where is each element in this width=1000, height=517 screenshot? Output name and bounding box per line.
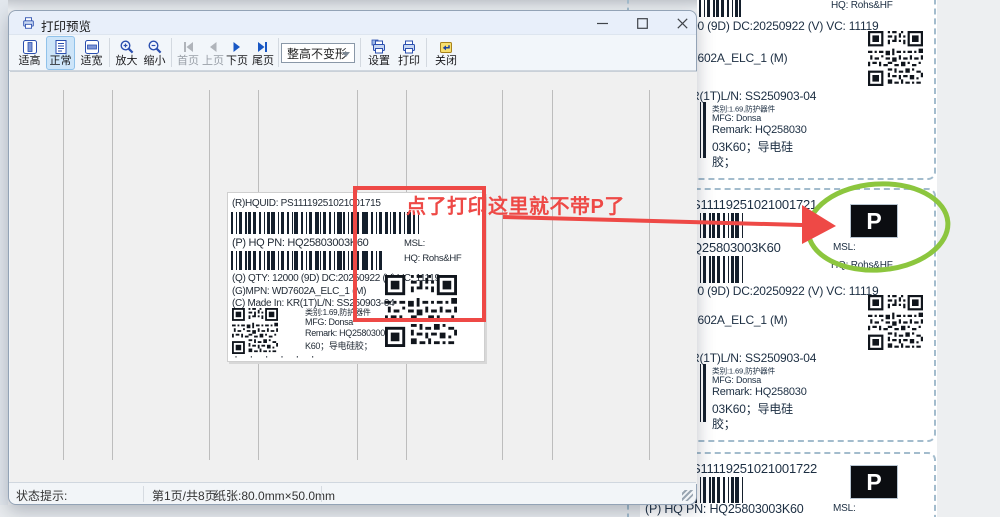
remark-line-3: 胶； [712, 153, 736, 170]
barcode [695, 477, 745, 503]
print-settings-button[interactable]: 设置 [365, 36, 393, 70]
p-mark: P [851, 466, 897, 498]
screen: HQ: Rohs&HF 00 (9D) DC:20250922 (V) VC: … [0, 0, 1000, 517]
barcode [699, 0, 741, 17]
fit-width-icon [84, 39, 100, 55]
toolbar-separator [171, 38, 172, 67]
qty-line: 00 (9D) DC:20250922 (V) VC: 11119 [691, 284, 879, 298]
remark-line: Remark: HQ258030 [712, 386, 807, 398]
dots-line: · · · · · · [234, 349, 319, 363]
next-page-icon [229, 39, 245, 55]
barcode [695, 256, 745, 283]
zoom-in-icon [119, 39, 135, 55]
print-icon [401, 39, 417, 55]
mpn-line: 7602A_ELC_1 (M) [691, 313, 787, 327]
scale-mode-value: 整高不变形 [287, 45, 347, 62]
close-preview-button[interactable]: 关闭 [430, 36, 462, 70]
normal-view-button[interactable]: 正常 [46, 36, 75, 70]
pn-line: (P) HQ PN: HQ25803003K60 [232, 237, 368, 249]
qr-code [868, 295, 923, 350]
prev-page-icon [205, 39, 221, 55]
fit-width-button[interactable]: 适宽 [77, 36, 106, 70]
toolbar-separator [109, 38, 110, 67]
mpn-line: 7602A_ELC_1 (M) [691, 51, 787, 65]
resize-grip[interactable] [682, 490, 693, 501]
remark-line: Remark: HQ258030 [712, 124, 807, 136]
paper-size-info: 纸张:80.0mm×50.0mm [214, 487, 335, 504]
page-guide-line [552, 90, 553, 460]
lot-line: R(1T)L/N: SS250903-04 [691, 89, 816, 103]
page-guide-line [63, 90, 64, 460]
prev-page-button[interactable]: 上页 [201, 36, 225, 70]
msl-text: MSL: [833, 503, 856, 514]
close-window-button[interactable] [671, 15, 693, 32]
maximize-button[interactable] [631, 15, 653, 32]
fit-height-icon [22, 39, 38, 55]
remark-line: Remark: HQ25803003 [305, 328, 390, 338]
status-hint-label: 状态提示: [16, 487, 67, 504]
maximize-icon [637, 18, 648, 29]
zoom-out-button[interactable]: 缩小 [141, 36, 168, 70]
page-guide-line [112, 90, 113, 460]
exit-icon [438, 39, 454, 55]
page-guide-line [502, 90, 503, 460]
statusbar-separator [143, 486, 144, 502]
annotation-arrow [495, 195, 840, 255]
lot-line: R(1T)L/N: SS250903-04 [691, 351, 816, 365]
rohs-text: HQ: Rohs&HF [831, 0, 893, 11]
uid-line: S11119251021001722 [692, 461, 817, 476]
mfg-line: MFG: Donsa [712, 113, 761, 123]
background-window-bottom-edge [0, 505, 647, 517]
print-button[interactable]: 打印 [395, 36, 423, 70]
first-page-button[interactable]: 首页 [175, 36, 201, 70]
zoom-in-button[interactable]: 放大 [113, 36, 140, 70]
page-guide-line [649, 90, 650, 460]
qr-code [868, 31, 923, 86]
zoom-out-icon [147, 39, 163, 55]
printer-icon [21, 16, 36, 30]
page-info: 第1页/共8页 [152, 487, 217, 504]
qty-line: 00 (9D) DC:20250922 (V) VC: 11119 [691, 19, 879, 33]
minimize-icon [597, 18, 608, 29]
fit-height-button[interactable]: 适高 [15, 36, 44, 70]
toolbar-separator [278, 38, 279, 67]
toolbar-separator [426, 38, 427, 67]
qr-code [231, 308, 279, 354]
mfg-line: MFG: Donsa [305, 317, 353, 327]
next-page-button[interactable]: 下页 [225, 36, 249, 70]
close-icon [677, 18, 688, 29]
first-page-icon [180, 39, 196, 55]
background-window-top-edge [0, 0, 697, 10]
background-window-left-edge [0, 0, 8, 517]
print-settings-icon [371, 39, 387, 55]
page-guide-line [209, 90, 210, 460]
toolbar: 适高 正常 适宽 放大 缩小 首页 [9, 35, 696, 71]
dialog-titlebar[interactable]: 打印预览 [9, 11, 696, 35]
remark-line-3: 胶； [712, 415, 736, 432]
minimize-button[interactable] [591, 15, 613, 32]
last-page-button[interactable]: 尾页 [250, 36, 276, 70]
last-page-icon [255, 39, 271, 55]
normal-view-icon [53, 39, 69, 55]
toolbar-separator [360, 38, 361, 67]
chevron-down-icon [342, 52, 350, 57]
mpn-line: (G)MPN: WD7602A_ELC_1 (M) [232, 286, 366, 297]
statusbar-separator [321, 486, 322, 502]
mfg-line: MFG: Donsa [712, 375, 761, 385]
status-bar: 状态提示: 第1页/共8页 纸张:80.0mm×50.0mm [9, 482, 696, 504]
dialog-title: 打印预览 [41, 16, 91, 35]
scale-mode-select[interactable]: 整高不变形 [281, 43, 355, 63]
